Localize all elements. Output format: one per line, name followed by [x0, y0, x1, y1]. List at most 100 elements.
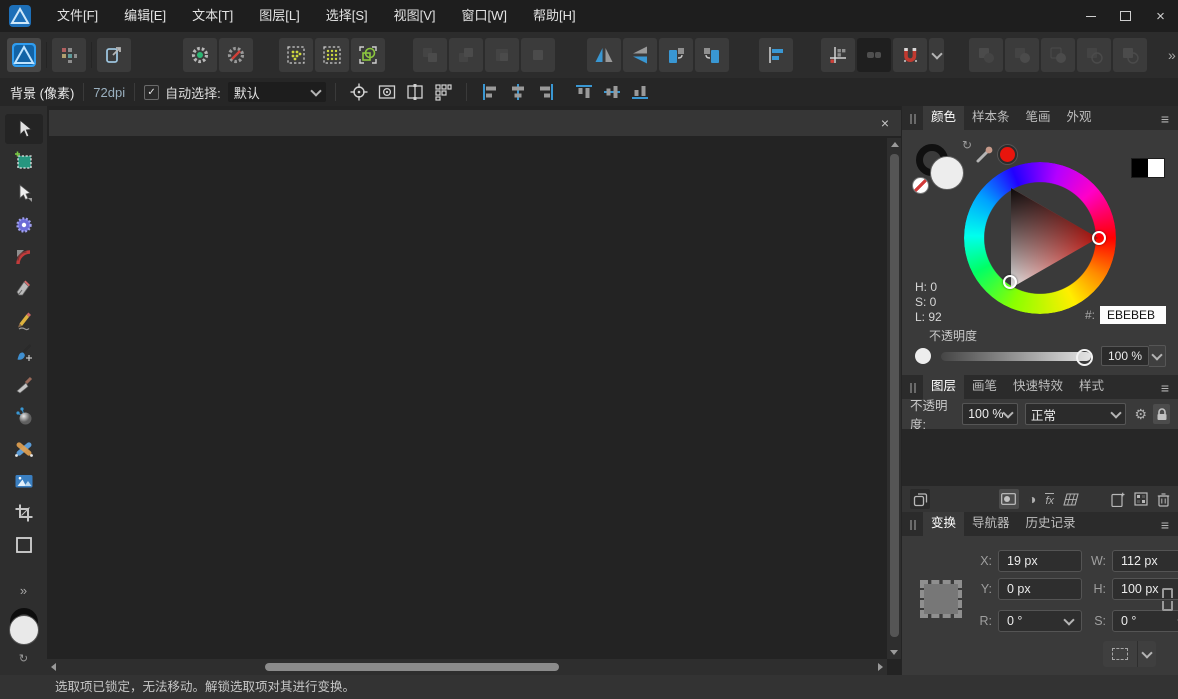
scroll-left-icon[interactable]	[51, 663, 56, 671]
export-persona-button[interactable]	[97, 38, 131, 72]
point-transform-tool[interactable]	[5, 210, 43, 240]
link-wh-icon[interactable]	[1162, 588, 1173, 611]
tab-stroke[interactable]: 笔画	[1018, 106, 1059, 130]
blend-mode-dropdown[interactable]: 正常	[1025, 403, 1126, 425]
flip-horizontal-button[interactable]	[587, 38, 621, 72]
bw-swatch[interactable]	[1131, 158, 1165, 178]
transform-box-button[interactable]	[402, 81, 428, 103]
live-filter-button[interactable]	[1063, 493, 1079, 506]
menu-select[interactable]: 选择[S]	[313, 0, 381, 32]
shear-dropdown[interactable]: 0 °	[1112, 610, 1178, 632]
horizontal-scrollbar[interactable]	[47, 659, 887, 675]
panel-drag-handle[interactable]	[910, 383, 916, 393]
close-view-icon[interactable]: ×	[877, 115, 893, 131]
snapping-presets-button[interactable]	[857, 38, 891, 72]
contour-tool[interactable]	[5, 242, 43, 272]
boolean-combine-button[interactable]	[1113, 38, 1147, 72]
lock-layer-button[interactable]	[1153, 404, 1170, 424]
hide-selection-button[interactable]	[374, 81, 400, 103]
vector-brush-tool[interactable]	[5, 338, 43, 368]
horizontal-scroll-thumb[interactable]	[265, 663, 559, 671]
anchor-selector[interactable]	[920, 580, 962, 618]
maximize-button[interactable]	[1108, 0, 1143, 32]
pixel-persona-button[interactable]	[52, 38, 86, 72]
opacity-swatch[interactable]	[915, 348, 931, 364]
align-center-button[interactable]	[505, 81, 531, 103]
shape-tool[interactable]	[5, 530, 43, 560]
white-swatch[interactable]	[1148, 159, 1164, 177]
tab-quick-fx[interactable]: 快速特效	[1005, 375, 1071, 399]
tab-brushes[interactable]: 画笔	[964, 375, 1005, 399]
rotation-dropdown[interactable]: 0 °	[998, 610, 1082, 632]
align-left-button[interactable]	[477, 81, 503, 103]
panel-menu-icon[interactable]: ≡	[1161, 518, 1169, 532]
pixel-grid-button[interactable]	[430, 81, 456, 103]
rotate-ccw-button[interactable]	[659, 38, 693, 72]
opacity-value-field[interactable]: 100 %	[1101, 346, 1149, 366]
cycle-selection-box-dropdown[interactable]	[1137, 641, 1156, 667]
pen-tool[interactable]	[5, 274, 43, 304]
menu-edit[interactable]: 编辑[E]	[111, 0, 179, 32]
auto-select-dropdown[interactable]: 默认	[228, 82, 326, 102]
disabled-gear-button[interactable]	[219, 38, 253, 72]
move-tool[interactable]	[5, 114, 43, 144]
tab-swatches[interactable]: 样本条	[964, 106, 1018, 130]
toolbar-overflow-button[interactable]: »	[1162, 47, 1178, 63]
stroke-fill-wells[interactable]	[6, 608, 42, 648]
disabled-toolbar-button[interactable]	[449, 38, 483, 72]
vertical-scrollbar[interactable]	[887, 138, 902, 659]
align-bottom-button[interactable]	[627, 81, 653, 103]
magnet-snapping-button[interactable]	[893, 38, 927, 72]
duplicate-layers-icon[interactable]	[910, 489, 930, 509]
layer-fx-button[interactable]: fx	[1045, 492, 1054, 507]
vertical-scroll-thumb[interactable]	[890, 154, 899, 637]
transform-origin-button[interactable]	[346, 81, 372, 103]
place-image-tool[interactable]	[5, 466, 43, 496]
tab-transform[interactable]: 变换	[923, 512, 964, 536]
boolean-divide-button[interactable]	[1077, 38, 1111, 72]
mask-layer-button[interactable]	[999, 489, 1019, 509]
snap-shapes-button[interactable]	[351, 38, 385, 72]
opacity-slider[interactable]	[941, 352, 1091, 361]
disabled-toolbar-button[interactable]	[485, 38, 519, 72]
tab-history[interactable]: 历史记录	[1018, 512, 1084, 536]
adjustment-layer-button[interactable]: ◑	[1028, 492, 1036, 507]
tab-color[interactable]: 颜色	[923, 106, 964, 130]
auto-select-checkbox[interactable]: ✓	[144, 85, 159, 100]
pencil-tool[interactable]	[5, 306, 43, 336]
panel-drag-handle[interactable]	[910, 520, 916, 530]
scroll-right-icon[interactable]	[878, 663, 883, 671]
new-pixel-layer-button[interactable]	[1134, 492, 1148, 506]
blend-options-button[interactable]: ⚙	[1132, 404, 1149, 424]
rotate-cw-button[interactable]	[695, 38, 729, 72]
w-input[interactable]: 112 px	[1112, 550, 1178, 572]
alignment-button[interactable]	[759, 38, 793, 72]
tools-overflow-button[interactable]: »	[20, 583, 27, 598]
hue-selector[interactable]	[1092, 231, 1106, 245]
flip-vertical-button[interactable]	[623, 38, 657, 72]
disabled-toolbar-button[interactable]	[413, 38, 447, 72]
align-middle-button[interactable]	[599, 81, 625, 103]
magnet-dropdown-button[interactable]	[929, 38, 944, 72]
tab-styles[interactable]: 样式	[1071, 375, 1112, 399]
x-input[interactable]: 19 px	[998, 550, 1082, 572]
canvas-area[interactable]: ×	[47, 106, 902, 675]
menu-text[interactable]: 文本[T]	[179, 0, 246, 32]
artboard-tool[interactable]	[5, 146, 43, 176]
menu-file[interactable]: 文件[F]	[44, 0, 111, 32]
swap-colors-icon[interactable]: ↻	[962, 138, 972, 152]
add-layer-button[interactable]	[1111, 492, 1125, 507]
scroll-up-icon[interactable]	[891, 142, 899, 147]
designer-persona-button[interactable]	[7, 38, 41, 72]
tab-appearance[interactable]: 外观	[1059, 106, 1100, 130]
menu-view[interactable]: 视图[V]	[381, 0, 449, 32]
cycle-selection-box-button[interactable]	[1103, 641, 1137, 667]
snap-pixel-button[interactable]	[315, 38, 349, 72]
snap-grid-button[interactable]	[279, 38, 313, 72]
disabled-toolbar-button[interactable]	[521, 38, 555, 72]
menu-help[interactable]: 帮助[H]	[520, 0, 589, 32]
stroke-fill-selector[interactable]: ↻	[914, 142, 968, 196]
tab-navigator[interactable]: 导航器	[964, 512, 1018, 536]
panel-menu-icon[interactable]: ≡	[1161, 112, 1169, 126]
delete-layer-button[interactable]	[1157, 492, 1170, 507]
